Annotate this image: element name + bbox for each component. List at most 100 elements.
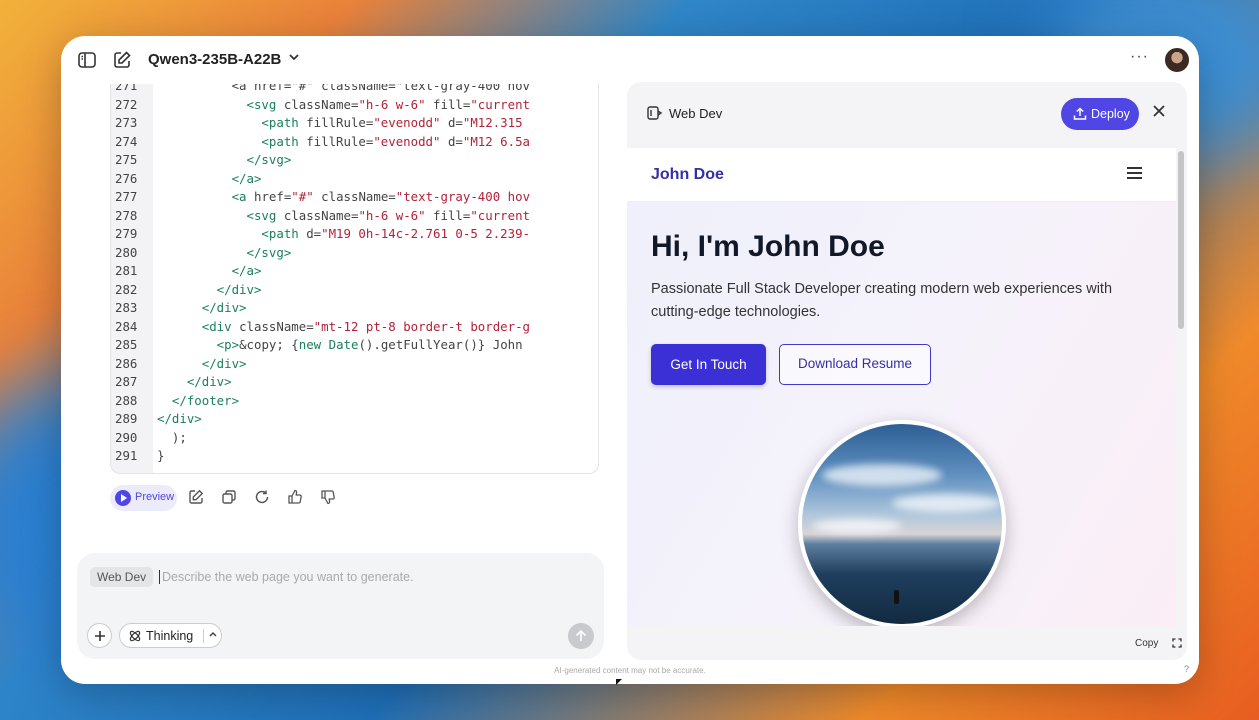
code-line: 271 <a href="#" className="text-gray-400… [111, 84, 598, 96]
download-resume-button[interactable]: Download Resume [779, 344, 931, 385]
code-text: ); [157, 429, 187, 445]
person-silhouette [894, 590, 899, 604]
line-number: 283 [115, 300, 138, 315]
code-line: 272 <svg className="h-6 w-6" fill="curre… [111, 96, 598, 115]
profile-photo [798, 420, 1006, 626]
deploy-button[interactable]: Deploy [1061, 98, 1139, 130]
line-number: 291 [115, 448, 138, 463]
play-icon [115, 490, 131, 506]
panel-title: Web Dev [669, 106, 723, 121]
deploy-label: Deploy [1091, 107, 1130, 121]
preview-label: Preview [135, 491, 175, 503]
preview-brand[interactable]: John Doe [651, 166, 724, 184]
code-text: <div className="mt-12 pt-8 border-t bord… [157, 318, 531, 334]
web-dev-icon [647, 106, 663, 125]
thinking-toggle[interactable]: Thinking [119, 623, 222, 648]
line-number: 290 [115, 429, 138, 445]
line-number: 272 [115, 96, 138, 112]
thumbs-up-icon[interactable] [287, 489, 305, 507]
code-text: </svg> [157, 152, 292, 167]
code-line: 289 </div> [111, 410, 598, 429]
code-line: 277 <a href="#" className="text-gray-400… [111, 188, 598, 207]
avatar[interactable] [1163, 46, 1191, 74]
line-number: 275 [115, 152, 138, 167]
sidebar-toggle-icon[interactable] [77, 50, 97, 70]
line-number: 279 [115, 226, 138, 241]
code-text: </a> [157, 170, 262, 186]
code-text: <a href="#" className="text-gray-400 hov [157, 189, 531, 204]
code-line: 291} [111, 447, 598, 466]
copy-button[interactable]: Copy [1135, 638, 1158, 649]
close-icon[interactable] [1152, 102, 1166, 122]
code-text: <path d="M19 0h-14c-2.761 0-5 2.239- [157, 226, 530, 241]
chevron-up-icon[interactable] [208, 629, 218, 642]
upload-icon [1073, 107, 1087, 120]
line-number: 278 [115, 207, 138, 223]
code-text: <svg className="h-6 w-6" fill="current [157, 207, 531, 223]
code-line: 280 </svg> [111, 244, 598, 263]
code-line: 287 </div> [111, 373, 598, 392]
chat-input-box[interactable]: Web Dev Describe the web page you want t… [77, 553, 604, 659]
code-line: 283 </div> [111, 299, 598, 318]
line-number: 284 [115, 318, 138, 334]
code-text: } [157, 448, 165, 463]
more-options-icon[interactable]: ··· [1130, 48, 1149, 66]
new-chat-icon[interactable] [112, 50, 132, 70]
line-number: 276 [115, 170, 138, 186]
code-text: </div> [157, 411, 202, 426]
prompt-input[interactable]: Describe the web page you want to genera… [159, 570, 414, 584]
code-text: </svg> [157, 244, 292, 260]
code-line: 290 ); [111, 429, 598, 448]
chevron-down-icon[interactable] [288, 51, 300, 66]
code-line: 279 <path d="M19 0h-14c-2.761 0-5 2.239- [111, 225, 598, 244]
mouse-cursor [616, 679, 622, 685]
code-text: <p>&copy; {new Date().getFullYear()} Joh… [157, 337, 523, 352]
code-block[interactable]: 271 <a href="#" className="text-gray-400… [110, 84, 599, 474]
code-line: 286 </div> [111, 355, 598, 374]
code-line: 278 <svg className="h-6 w-6" fill="curre… [111, 207, 598, 226]
code-line: 285 <p>&copy; {new Date().getFullYear()}… [111, 336, 598, 355]
hamburger-menu-icon[interactable] [1127, 167, 1142, 182]
code-text: <path fillRule="evenodd" d="M12.315 [157, 115, 523, 130]
top-bar: Qwen3-235B-A22B ··· [61, 36, 1199, 84]
preview-subtitle: Passionate Full Stack Developer creating… [651, 281, 1113, 320]
line-number: 286 [115, 355, 138, 371]
line-number: 273 [115, 115, 138, 130]
line-number: 277 [115, 189, 138, 204]
line-number: 287 [115, 374, 138, 389]
atom-icon [129, 630, 141, 642]
help-icon[interactable]: ? [1184, 664, 1189, 674]
send-button[interactable] [568, 623, 594, 649]
code-text: </div> [157, 281, 262, 297]
line-number: 285 [115, 337, 138, 352]
model-selector[interactable]: Qwen3-235B-A22B [148, 51, 281, 68]
code-text: <svg className="h-6 w-6" fill="current [157, 96, 531, 112]
preview-button[interactable]: Preview [110, 485, 177, 511]
code-line: 275 </svg> [111, 151, 598, 170]
web-dev-panel: Web Dev Deploy John Doe Hi, I'm John Doe… [627, 82, 1187, 660]
preview-navbar: John Doe [627, 148, 1176, 202]
code-line: 284 <div className="mt-12 pt-8 border-t … [111, 318, 598, 337]
code-text: </footer> [157, 392, 240, 408]
code-text: </a> [157, 263, 262, 278]
regenerate-icon[interactable] [254, 489, 272, 507]
line-number: 271 [115, 84, 138, 93]
fullscreen-icon[interactable] [1172, 638, 1182, 651]
thumbs-down-icon[interactable] [320, 489, 338, 507]
copy-icon[interactable] [221, 489, 239, 507]
code-line: 276 </a> [111, 170, 598, 189]
add-attachment-button[interactable] [87, 623, 112, 648]
preview-scrollbar[interactable] [1178, 151, 1184, 329]
code-line: 282 </div> [111, 281, 598, 300]
mode-tag[interactable]: Web Dev [90, 567, 154, 587]
code-line: 273 <path fillRule="evenodd" d="M12.315 [111, 114, 598, 133]
get-in-touch-button[interactable]: Get In Touch [651, 344, 766, 385]
edit-icon[interactable] [188, 489, 206, 507]
code-line: 281 </a> [111, 262, 598, 281]
line-number: 288 [115, 392, 138, 408]
code-text: </div> [157, 355, 247, 371]
divider [203, 629, 204, 643]
arrow-up-icon [575, 629, 587, 641]
plus-icon [94, 631, 105, 641]
line-number: 280 [115, 244, 138, 260]
